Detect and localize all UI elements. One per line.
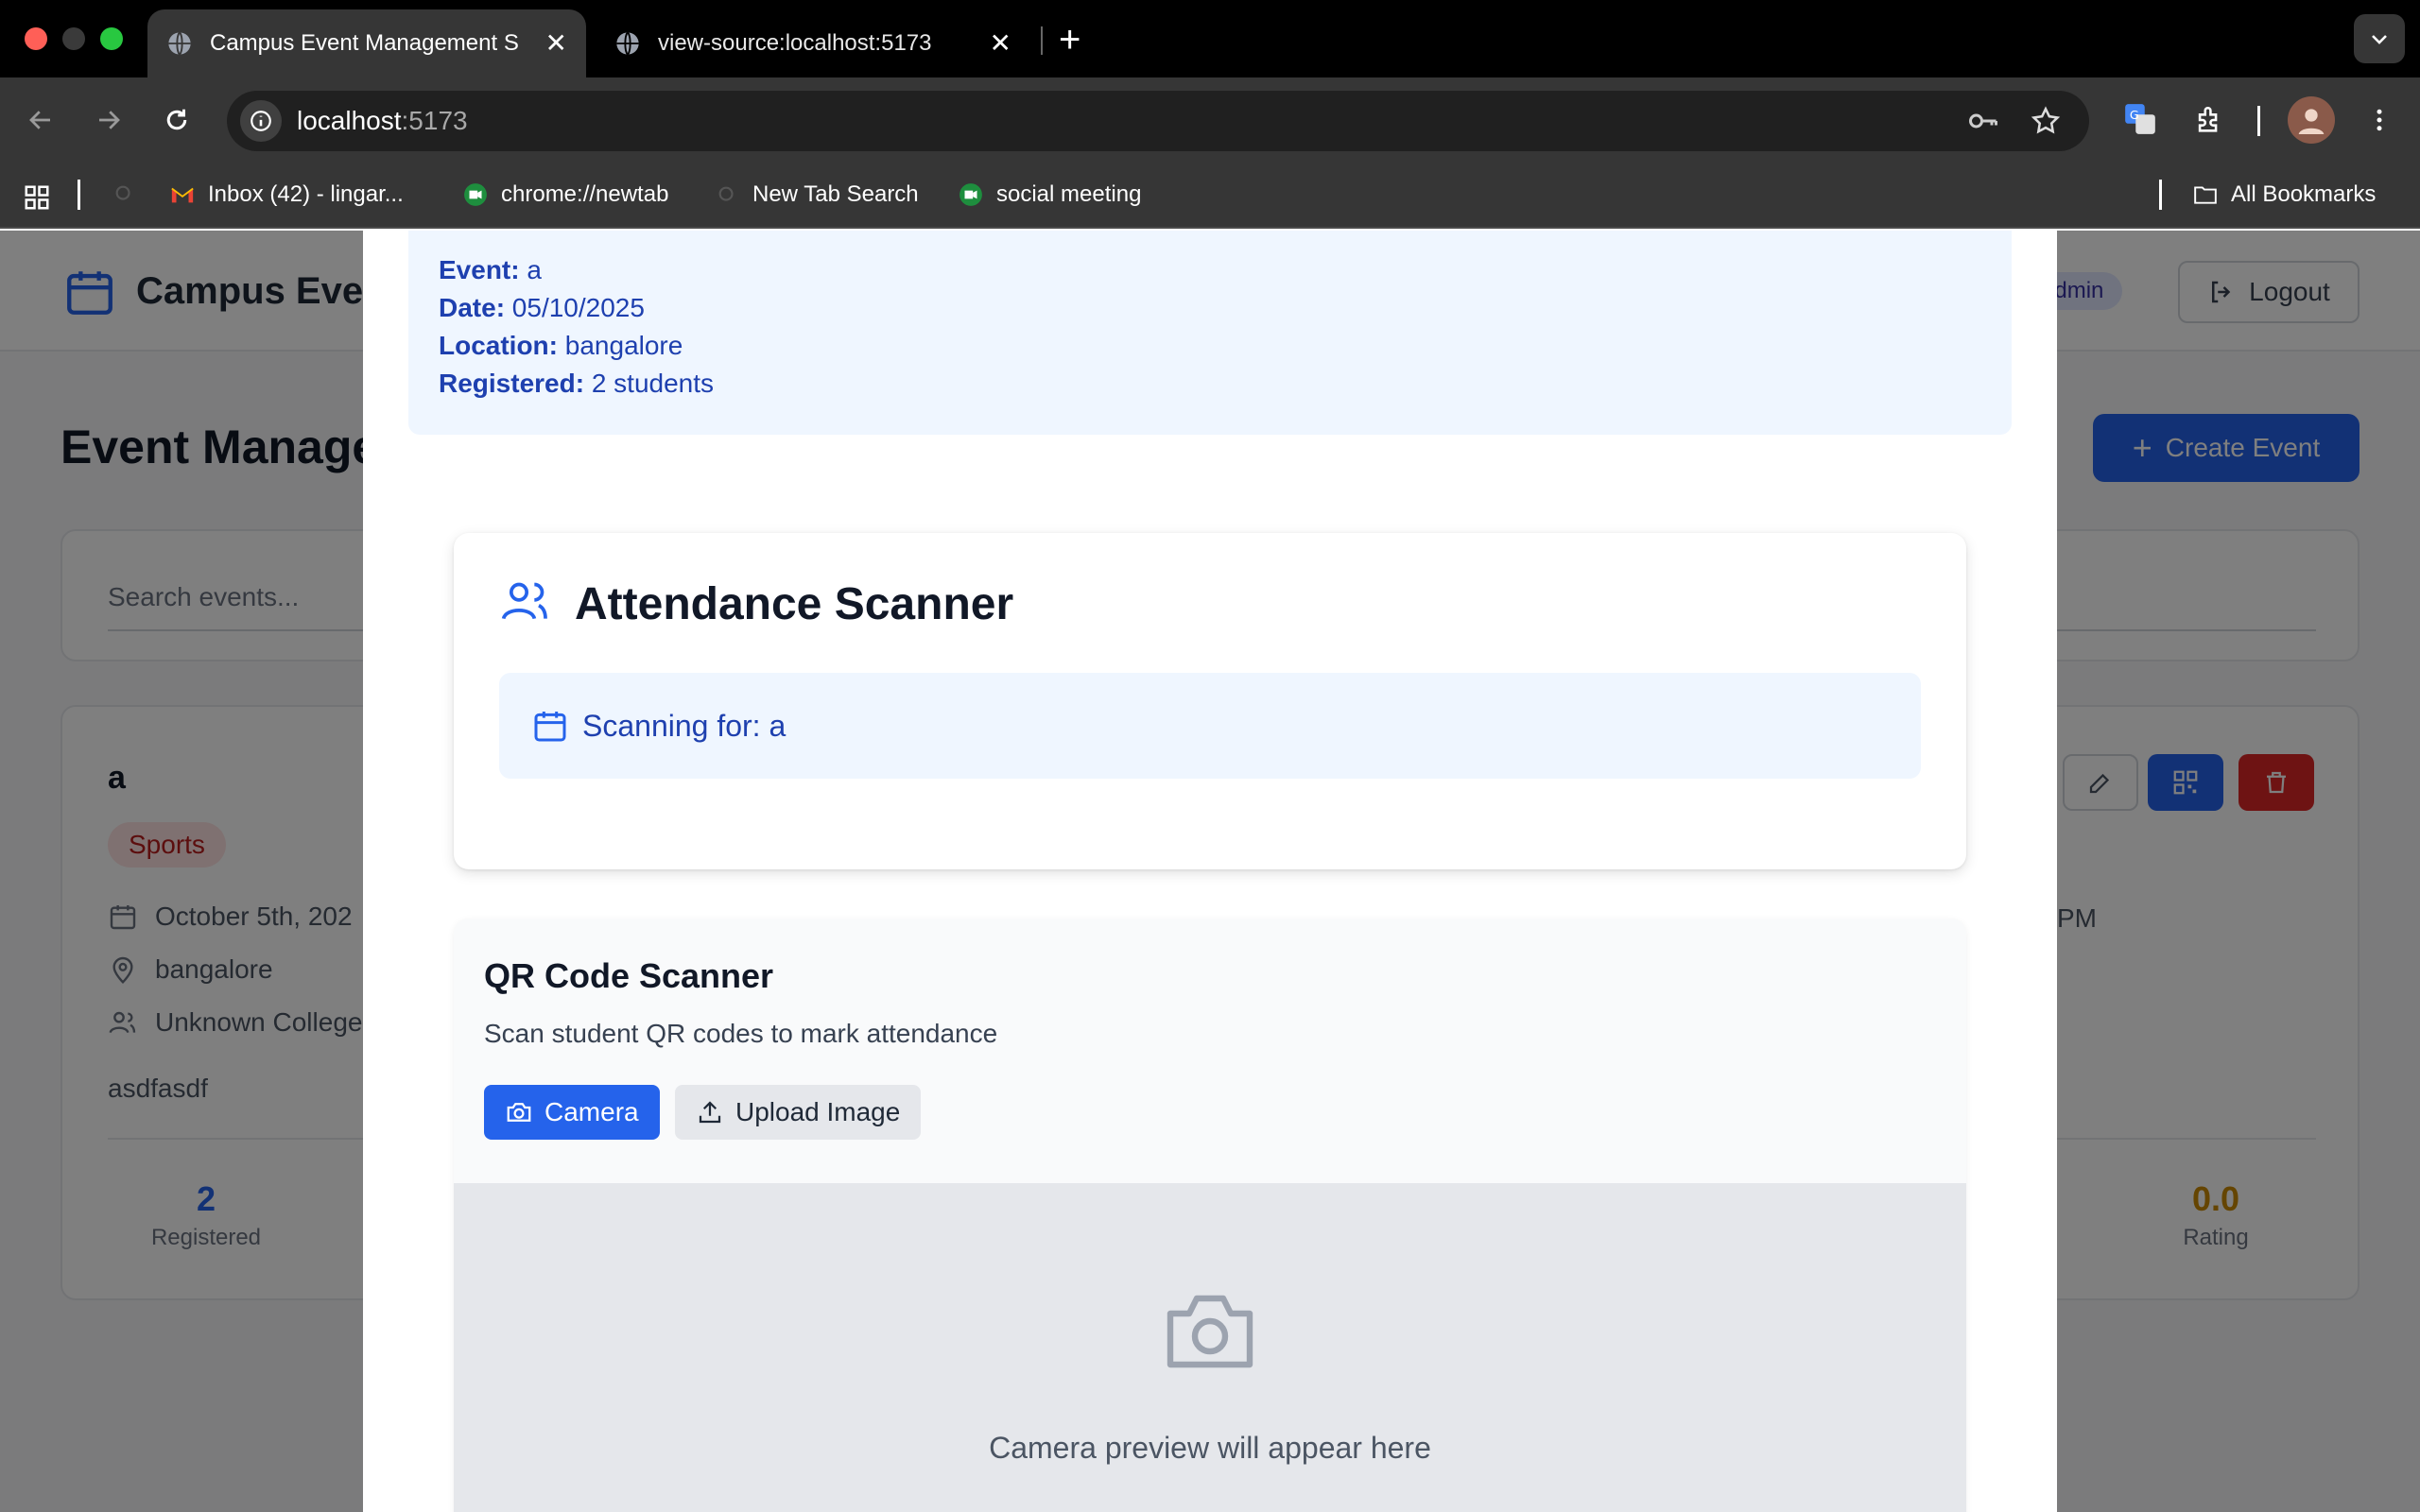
tab-title: view-source:localhost:5173 (658, 30, 932, 56)
back-button[interactable] (19, 98, 62, 142)
maximize-window-button[interactable] (100, 27, 123, 50)
bookmark-newtab-search[interactable]: New Tab Search (715, 181, 919, 208)
browser-toolbar: localhost:5173 G (0, 77, 2420, 163)
password-key-icon[interactable] (1966, 104, 2000, 138)
arrow-left-icon (29, 111, 50, 129)
bookmark-search[interactable] (112, 181, 149, 206)
info-registered: Registered: 2 students (439, 369, 715, 398)
profile-avatar[interactable] (2288, 96, 2335, 144)
globe-icon (616, 31, 639, 56)
users-icon (501, 582, 547, 620)
arrow-right-icon (99, 111, 120, 129)
qr-title: QR Code Scanner (484, 956, 774, 995)
new-tab-icon[interactable]: + (1059, 21, 1080, 59)
info-date: Date: 05/10/2025 (439, 293, 645, 322)
extensions-icon[interactable] (2187, 98, 2231, 142)
camera-label: Camera (544, 1097, 639, 1126)
search-icon (112, 181, 136, 206)
bookmarks-divider (78, 180, 80, 210)
svg-text:G: G (2130, 108, 2139, 122)
bookmark-newtab[interactable]: chrome://newtab (463, 181, 668, 208)
address-bar[interactable]: localhost:5173 (227, 91, 2089, 151)
browser-tab[interactable]: view-source:localhost:5173 ✕ (596, 9, 1030, 77)
chevron-down-icon (2372, 35, 2387, 44)
bookmark-gmail[interactable]: Inbox (42) - lingar... (170, 181, 404, 208)
bookmark-label: social meeting (996, 181, 1142, 207)
attendance-scanner-card: Attendance Scanner Scanning for: a (454, 533, 1966, 869)
tab-title: Campus Event Management S (210, 30, 519, 56)
url-text: localhost:5173 (297, 106, 468, 135)
browser-tab-active[interactable]: Campus Event Management S ✕ (147, 9, 586, 77)
bookmark-label: New Tab Search (752, 181, 919, 207)
close-icon[interactable]: ✕ (990, 30, 1011, 57)
camera-mode-button[interactable]: Camera (484, 1085, 660, 1140)
camera-icon (1167, 1295, 1253, 1368)
search-icon (715, 182, 739, 207)
globe-icon (168, 31, 191, 56)
bookmarks-divider (2159, 180, 2162, 210)
close-icon[interactable]: ✕ (545, 30, 567, 57)
upload-image-button[interactable]: Upload Image (675, 1085, 922, 1140)
info-event: Event: a (439, 255, 542, 284)
bookmark-star-icon[interactable] (2029, 104, 2063, 138)
scanner-title: Attendance Scanner (575, 579, 1014, 629)
meet-icon (959, 182, 983, 207)
event-info-box: Event: a Date: 05/10/2025 Location: bang… (408, 231, 2012, 435)
bookmark-label: All Bookmarks (2231, 181, 2377, 207)
all-bookmarks-button[interactable]: All Bookmarks (2193, 181, 2376, 208)
camera-icon (507, 1103, 531, 1122)
upload-icon (699, 1101, 721, 1124)
scanning-for-text: Scanning for: a (582, 709, 786, 743)
toolbar-divider (2257, 106, 2260, 136)
bookmarks-bar: Inbox (42) - lingar... chrome://newtab N… (0, 163, 2420, 229)
camera-preview: Camera preview will appear here (454, 1183, 1966, 1512)
translate-extension-icon[interactable]: G (2118, 96, 2163, 142)
meet-icon (463, 182, 488, 207)
camera-preview-text: Camera preview will appear here (989, 1431, 1431, 1465)
forward-button[interactable] (87, 98, 130, 142)
tab-search-button[interactable] (2354, 14, 2405, 63)
qr-subtitle: Scan student QR codes to mark attendance (484, 1019, 998, 1048)
tab-separator (1041, 26, 1043, 55)
browser-menu-icon[interactable] (2358, 98, 2401, 142)
apps-grid-icon[interactable] (23, 183, 51, 212)
site-info-icon[interactable] (240, 100, 282, 142)
bookmark-label: chrome://newtab (501, 181, 669, 207)
browser-tab-bar: Campus Event Management S ✕ view-source:… (0, 0, 2420, 77)
info-location: Location: bangalore (439, 331, 683, 360)
bookmark-social-meeting[interactable]: social meeting (959, 181, 1141, 208)
folder-icon (2193, 182, 2218, 207)
upload-label: Upload Image (735, 1097, 901, 1126)
reload-icon (166, 109, 187, 130)
gmail-icon (170, 182, 195, 207)
minimize-window-button[interactable] (62, 27, 85, 50)
attendance-modal: Event: a Date: 05/10/2025 Location: bang… (363, 231, 2057, 1512)
bookmark-label: Inbox (42) - lingar... (208, 181, 404, 207)
scanning-for-banner: Scanning for: a (499, 673, 1921, 779)
calendar-icon (534, 712, 566, 742)
close-window-button[interactable] (25, 27, 47, 50)
qr-scanner-card: QR Code Scanner Scan student QR codes to… (454, 919, 1966, 1512)
reload-button[interactable] (155, 98, 199, 142)
